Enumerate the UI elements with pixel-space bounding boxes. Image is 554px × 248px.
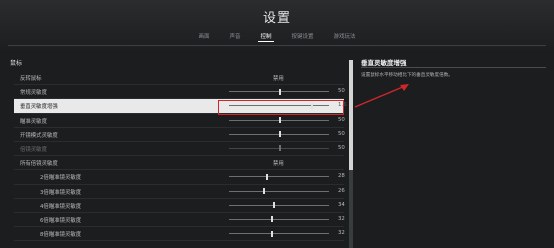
- slider-knob[interactable]: [279, 117, 281, 124]
- sensitivity-slider[interactable]: [229, 131, 329, 138]
- description-text: 设置鼠标水平移动相比下的垂直灵敏度倍数。: [361, 73, 453, 78]
- setting-label: 2倍瞄准镜灵敏度: [40, 175, 82, 182]
- setting-row-8x-scope[interactable]: 8倍瞄准镜灵敏度 32: [14, 227, 345, 242]
- slider-value: 50: [338, 116, 345, 123]
- tab-controls[interactable]: 控制: [258, 31, 274, 42]
- sensitivity-slider[interactable]: [229, 88, 329, 95]
- setting-row-general-sensitivity[interactable]: 常规灵敏度 50: [14, 85, 345, 100]
- setting-label: 所有倍镜灵敏度: [20, 161, 58, 168]
- setting-label: 4倍瞄准镜灵敏度: [40, 203, 82, 210]
- sensitivity-slider[interactable]: [229, 188, 329, 194]
- setting-row-all-scopes[interactable]: 所有倍镜灵敏度 禁用: [14, 156, 344, 171]
- setting-row-aim-sensitivity[interactable]: 瞄准灵敏度 50: [14, 114, 345, 128]
- toggle-value[interactable]: 禁用: [273, 159, 284, 167]
- highlight-annotation-box: [218, 100, 344, 115]
- settings-tabs: 画面 声音 控制 按键设置 游戏玩法: [0, 31, 554, 42]
- setting-label: 8倍瞄准镜灵敏度: [40, 232, 82, 239]
- setting-label: 反转鼠标: [20, 76, 42, 82]
- slider-knob[interactable]: [263, 188, 265, 194]
- setting-label: 开镜模式灵敏度: [20, 132, 58, 139]
- slider-value: 50: [338, 130, 345, 137]
- slider-value: 50: [338, 88, 345, 95]
- slider-value: 34: [338, 201, 345, 208]
- section-title: 鼠标: [10, 60, 23, 67]
- settings-list: 反转鼠标 禁用 常规灵敏度 50 垂直灵敏度增强 1.6 瞄准灵敏度 50 开镜…: [14, 71, 347, 242]
- slider-value: 28: [338, 173, 345, 180]
- setting-label: 瞄准灵敏度: [20, 118, 47, 125]
- header-divider: [8, 45, 546, 46]
- sensitivity-slider[interactable]: [229, 216, 329, 223]
- slider-knob[interactable]: [266, 173, 268, 180]
- setting-row-2x-scope[interactable]: 2倍瞄准镜灵敏度 28: [14, 170, 345, 185]
- setting-row-invert-mouse[interactable]: 反转鼠标 禁用: [14, 71, 344, 86]
- page-title: 设置: [262, 11, 291, 26]
- toggle-value[interactable]: 禁用: [273, 74, 284, 82]
- slider-knob[interactable]: [271, 216, 273, 223]
- setting-row-scope-sensitivity: 倍镜灵敏度 50: [14, 142, 345, 157]
- slider-knob[interactable]: [279, 131, 281, 138]
- tab-gameplay[interactable]: 游戏玩法: [332, 31, 358, 42]
- description-divider: [361, 67, 546, 68]
- setting-row-ads-sensitivity[interactable]: 开镜模式灵敏度 50: [14, 128, 345, 142]
- description-title: 垂直灵敏度增强: [361, 59, 407, 67]
- setting-label: 常规灵敏度: [20, 90, 47, 97]
- setting-label: 6倍瞄准镜灵敏度: [40, 217, 82, 224]
- tab-audio[interactable]: 声音: [227, 31, 242, 42]
- sensitivity-slider[interactable]: [229, 230, 329, 237]
- sensitivity-slider: [229, 145, 329, 152]
- scrollbar-thumb[interactable]: [349, 60, 353, 170]
- slider-value: 32: [338, 215, 345, 222]
- setting-row-3x-scope[interactable]: 3倍瞄准镜灵敏度 26: [14, 185, 345, 199]
- slider-knob[interactable]: [279, 88, 281, 95]
- sensitivity-slider[interactable]: [229, 173, 329, 180]
- sensitivity-slider[interactable]: [229, 202, 329, 209]
- setting-label: 倍镜灵敏度: [20, 146, 47, 153]
- slider-knob: [279, 145, 281, 152]
- setting-row-4x-scope[interactable]: 4倍瞄准镜灵敏度 34: [14, 199, 345, 213]
- slider-knob[interactable]: [273, 202, 275, 209]
- tab-keybindings[interactable]: 按键设置: [290, 31, 316, 42]
- tab-graphics[interactable]: 画面: [196, 31, 211, 42]
- setting-label: 3倍瞄准镜灵敏度: [40, 189, 82, 196]
- annotation-arrow-icon: [354, 84, 409, 108]
- sensitivity-slider[interactable]: [229, 117, 329, 124]
- slider-value: 50: [338, 144, 345, 151]
- slider-value: 32: [338, 230, 345, 237]
- setting-label: 垂直灵敏度增强: [20, 104, 58, 111]
- slider-knob[interactable]: [271, 230, 273, 237]
- slider-value: 26: [338, 187, 345, 194]
- setting-row-6x-scope[interactable]: 6倍瞄准镜灵敏度 32: [14, 213, 345, 228]
